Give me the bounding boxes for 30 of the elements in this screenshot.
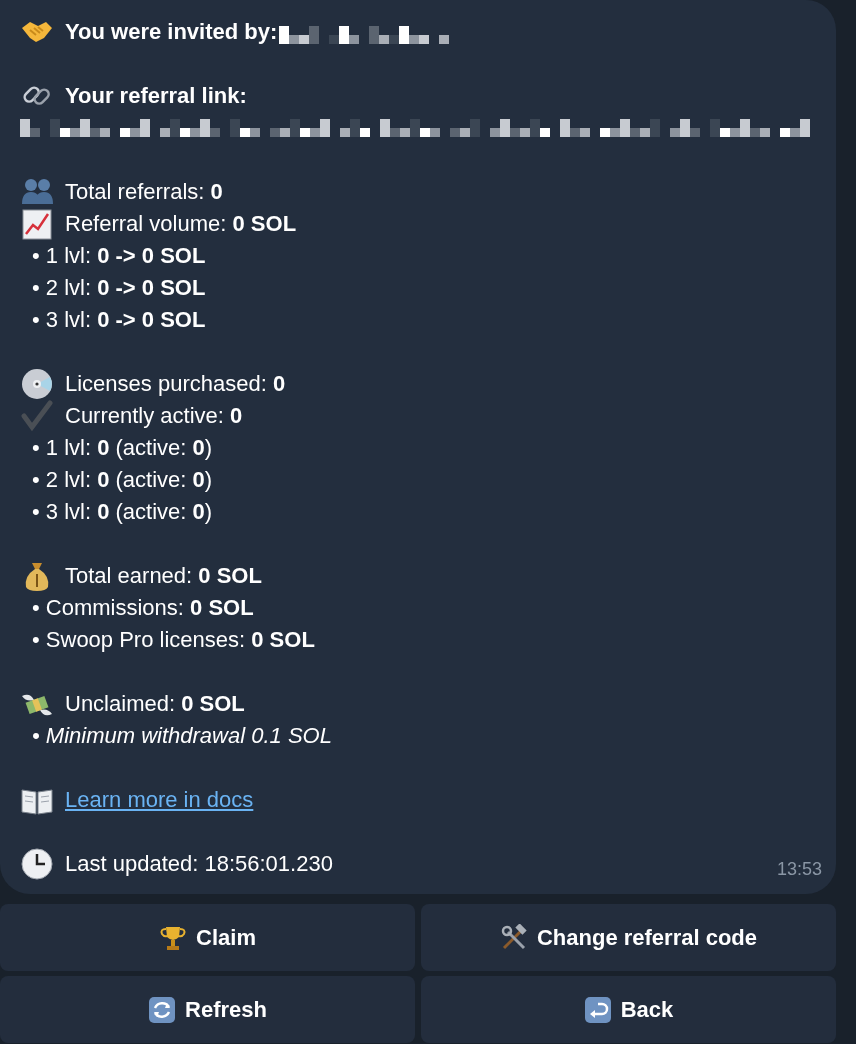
refresh-icon [148,995,177,1024]
chart-icon [20,208,54,240]
stat-text: Total earned: 0 SOL [65,562,262,590]
message-time: 13:53 [776,858,822,880]
stat-text: • 1 lvl: 0 -> 0 SOL [31,242,206,270]
tools-icon [499,923,528,952]
stat-text: • 2 lvl: 0 (active: 0) [31,466,213,494]
stat-text: • Swoop Pro licenses: 0 SOL [31,626,315,654]
stat-text: Referral volume: 0 SOL [65,210,297,238]
keyboard-button[interactable]: Claim [0,904,415,971]
keyboard-button[interactable]: Refresh [0,976,415,1043]
clock-icon [20,848,54,880]
check-icon [20,400,54,432]
docs-link[interactable]: Learn more in docs [65,784,254,816]
stat-text: Unclaimed: 0 SOL [65,690,245,718]
stat-text: • 2 lvl: 0 -> 0 SOL [31,274,206,302]
section-heading: You were invited by: [65,18,278,46]
stat-text: • 1 lvl: 0 (active: 0) [31,434,213,462]
stat-text: • Minimum withdrawal 0.1 SOL [31,722,332,750]
keyboard-button[interactable]: Back [421,976,836,1043]
keyboard-button[interactable]: Change referral code [421,904,836,971]
stat-text: Total referrals: 0 [65,178,223,206]
stat-text: Last updated: 18:56:01.230 [65,850,333,878]
stat-text: Currently active: 0 [65,402,243,430]
stat-text: • Commissions: 0 SOL [31,594,254,622]
stat-text: Licenses purchased: 0 [65,370,286,398]
disc-icon [20,368,54,400]
stat-text: • 3 lvl: 0 -> 0 SOL [31,306,206,334]
section-heading: Your referral link: [65,82,247,110]
stat-text: • 3 lvl: 0 (active: 0) [31,498,213,526]
